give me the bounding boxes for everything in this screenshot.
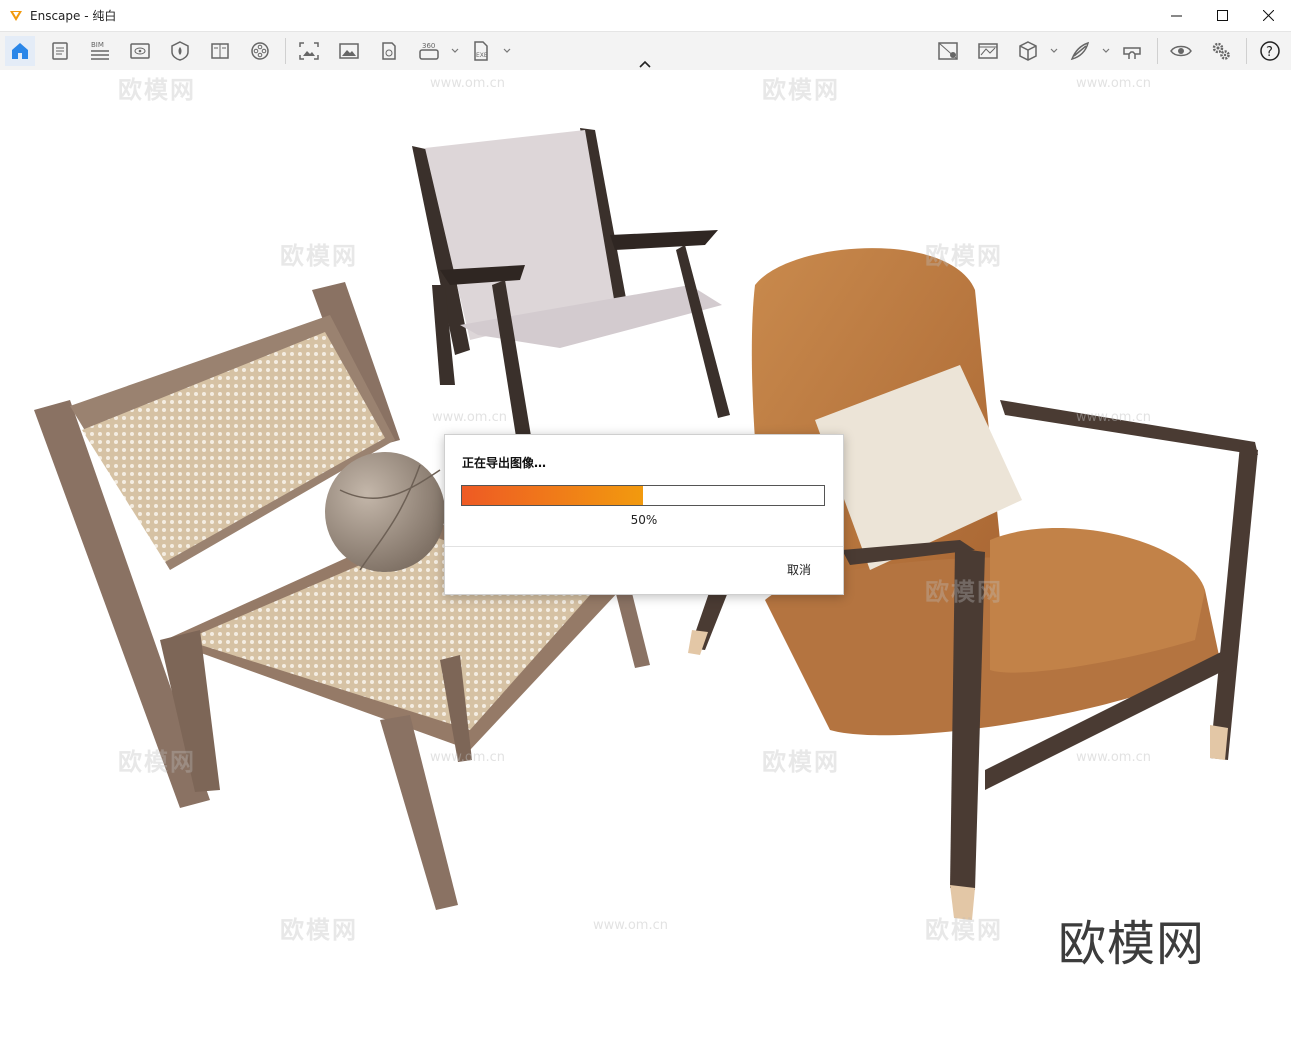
watermark-url: www.om.cn xyxy=(1076,410,1151,425)
watermark: 欧模网 xyxy=(118,748,196,776)
watermark-url: www.om.cn xyxy=(1076,76,1151,91)
material-editor-button[interactable] xyxy=(973,36,1003,66)
toolbar-separator xyxy=(1157,38,1158,64)
minimize-button[interactable] xyxy=(1153,0,1199,31)
close-icon xyxy=(1262,10,1274,21)
batch-render-button[interactable] xyxy=(334,36,364,66)
watermark: 欧模网 xyxy=(925,242,1003,270)
project-notes-button[interactable] xyxy=(45,36,75,66)
settings-icon xyxy=(1212,42,1230,60)
asset-library-icon xyxy=(938,42,958,60)
cube-dropdown-icon[interactable] xyxy=(1049,46,1059,56)
panorama-dropdown-icon[interactable] xyxy=(450,46,460,56)
book-icon xyxy=(211,43,229,59)
screenshot-button[interactable] xyxy=(294,36,324,66)
enscape-logo-icon xyxy=(10,10,22,21)
panorama-360-icon: 360 xyxy=(419,42,439,60)
maximize-button[interactable] xyxy=(1199,0,1245,31)
bim-button[interactable]: BIM xyxy=(85,36,115,66)
progress-fill xyxy=(462,486,643,505)
watermark-url: www.om.cn xyxy=(593,918,668,933)
cancel-button[interactable]: 取消 xyxy=(787,561,811,578)
settings-button[interactable] xyxy=(1206,36,1236,66)
title-bar: Enscape - 纯白 xyxy=(0,0,1291,32)
maximize-icon xyxy=(1216,10,1228,21)
dialog-title: 正在导出图像… xyxy=(462,456,547,470)
export-progress-bar xyxy=(461,485,825,506)
book-button[interactable] xyxy=(205,36,235,66)
grass-button[interactable] xyxy=(1065,36,1095,66)
exe-dropdown-icon[interactable] xyxy=(502,46,512,56)
watermark: 欧模网 xyxy=(762,748,840,776)
watermark-url: www.om.cn xyxy=(432,410,507,425)
grass-dropdown-icon[interactable] xyxy=(1101,46,1111,56)
asset-library-button[interactable] xyxy=(933,36,963,66)
svg-text:360: 360 xyxy=(422,42,435,50)
export-progress-dialog: 正在导出图像… 50% 取消 xyxy=(444,434,844,595)
reel-icon xyxy=(251,42,269,60)
cube-icon xyxy=(1019,41,1037,61)
material-icon xyxy=(978,43,998,59)
home-button[interactable] xyxy=(5,36,35,66)
watermark-url: www.om.cn xyxy=(1076,750,1151,765)
panorama-button[interactable]: 360 xyxy=(414,36,444,66)
vr-icon xyxy=(382,42,396,60)
headset-icon xyxy=(1123,47,1141,59)
image-icon xyxy=(339,43,359,59)
cube-button[interactable] xyxy=(1013,36,1043,66)
watermark: 欧模网 xyxy=(925,578,1003,606)
help-button[interactable]: ? xyxy=(1255,36,1285,66)
collapse-toolbar-icon[interactable] xyxy=(637,58,653,70)
dialog-divider xyxy=(445,546,843,547)
vr-export-button[interactable] xyxy=(374,36,404,66)
leather-ball xyxy=(325,452,445,572)
progress-percent: 50% xyxy=(630,513,658,527)
watermark: 欧模网 xyxy=(280,916,358,944)
watermark-url: www.om.cn xyxy=(430,750,505,765)
screenshot-icon xyxy=(299,42,319,60)
view-management-button[interactable] xyxy=(125,36,155,66)
grass-icon xyxy=(1070,41,1090,61)
exe-export-button[interactable]: EXE xyxy=(466,36,496,66)
video-editor-button[interactable] xyxy=(245,36,275,66)
view-management-icon xyxy=(130,43,150,59)
window-title: Enscape - 纯白 xyxy=(30,9,117,23)
watermark: 欧模网 xyxy=(762,76,840,104)
help-icon: ? xyxy=(1260,41,1280,61)
svg-text:BIM: BIM xyxy=(91,41,104,49)
brand-watermark: 欧模网 xyxy=(1058,916,1206,972)
bim-icon: BIM xyxy=(91,41,109,60)
toolbar-separator xyxy=(285,38,286,64)
visual-settings-button[interactable] xyxy=(165,36,195,66)
rattan-lounge-chair xyxy=(34,282,650,910)
visual-settings-icon xyxy=(171,41,189,61)
watermark-url: www.om.cn xyxy=(430,76,505,91)
watermark: 欧模网 xyxy=(118,76,196,104)
watermark: 欧模网 xyxy=(280,242,358,270)
close-button[interactable] xyxy=(1245,0,1291,31)
watermark: 欧模网 xyxy=(925,916,1003,944)
toolbar-separator xyxy=(1246,38,1247,64)
project-notes-icon xyxy=(52,42,68,60)
exe-export-icon: EXE xyxy=(474,41,488,61)
svg-text:EXE: EXE xyxy=(476,52,488,59)
eye-icon xyxy=(1170,45,1192,57)
home-icon xyxy=(12,43,28,59)
headset-button[interactable] xyxy=(1117,36,1147,66)
minimize-icon xyxy=(1170,15,1182,17)
eye-button[interactable] xyxy=(1166,36,1196,66)
svg-text:?: ? xyxy=(1266,45,1273,60)
